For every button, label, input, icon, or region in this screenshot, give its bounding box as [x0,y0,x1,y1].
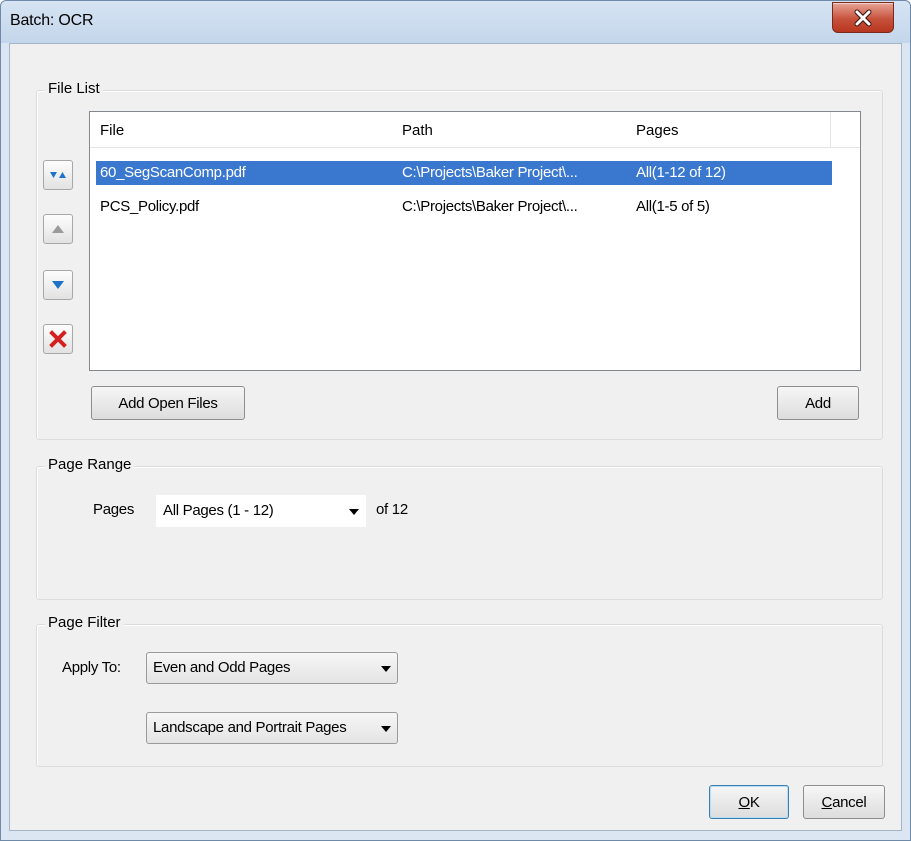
file-name-cell: 60_SegScanComp.pdf [100,164,246,181]
path-cell: C:\Projects\Baker Project\... [402,164,578,181]
table-row[interactable]: PCS_Policy.pdf C:\Projects\Baker Project… [96,195,832,219]
page-filter-group: Page Filter [36,614,883,767]
close-icon [854,9,872,26]
add-button[interactable]: Add [777,386,859,420]
chevron-down-icon [381,726,391,732]
page-range-dropdown[interactable]: All Pages (1 - 12) [156,495,366,527]
move-up-button[interactable] [43,214,73,244]
page-range-group-label: Page Range [45,456,135,473]
move-up-icon [52,225,64,233]
column-header-path[interactable]: Path [402,122,433,139]
ok-label-rest: K [749,793,760,811]
orientation-filter-dropdown[interactable]: Landscape and Portrait Pages [146,712,398,744]
file-list-group-label: File List [45,80,103,97]
move-down-button[interactable] [43,270,73,300]
close-button[interactable] [832,2,894,33]
header-filler [830,112,860,148]
chevron-down-icon [349,509,359,515]
page-range-group: Page Range [36,456,883,600]
table-row[interactable]: 60_SegScanComp.pdf C:\Projects\Baker Pro… [96,161,832,185]
parity-filter-dropdown[interactable]: Even and Odd Pages [146,652,398,684]
file-list-header: File Path Pages [90,112,860,148]
remove-button[interactable] [43,324,73,354]
path-cell: C:\Projects\Baker Project\... [402,198,578,215]
ok-button[interactable]: OK [709,785,789,819]
ok-accelerator: O [738,793,750,811]
dialog-body: File List File Path Pages 60_SegScanComp… [9,43,902,831]
add-open-files-button[interactable]: Add Open Files [91,386,245,420]
sort-icon [50,172,66,178]
title-bar[interactable]: Batch: OCR [1,1,910,43]
pages-label: Pages [93,501,135,518]
parity-filter-value: Even and Odd Pages [153,659,291,676]
orientation-filter-value: Landscape and Portrait Pages [153,719,347,736]
apply-to-label: Apply To: [62,659,121,676]
page-range-value: All Pages (1 - 12) [163,502,274,519]
chevron-down-icon [381,666,391,672]
file-list-table[interactable]: File Path Pages 60_SegScanComp.pdf C:\Pr… [89,111,861,371]
remove-icon [49,330,67,348]
file-name-cell: PCS_Policy.pdf [100,198,199,215]
cancel-accelerator: C [821,793,833,811]
cancel-button[interactable]: Cancel [803,785,885,819]
sort-button[interactable] [43,160,73,190]
pages-cell: All(1-12 of 12) [636,164,726,181]
move-down-icon [52,281,64,289]
dialog-window: Batch: OCR File List File Path Pages 60_… [0,0,911,841]
cancel-label-rest: ancel [832,793,867,811]
page-filter-group-label: Page Filter [45,614,124,631]
total-pages-text: of 12 [376,501,408,518]
column-header-file[interactable]: File [100,122,124,139]
pages-cell: All(1-5 of 5) [636,198,710,215]
column-header-pages[interactable]: Pages [636,122,679,139]
window-title: Batch: OCR [10,12,94,29]
